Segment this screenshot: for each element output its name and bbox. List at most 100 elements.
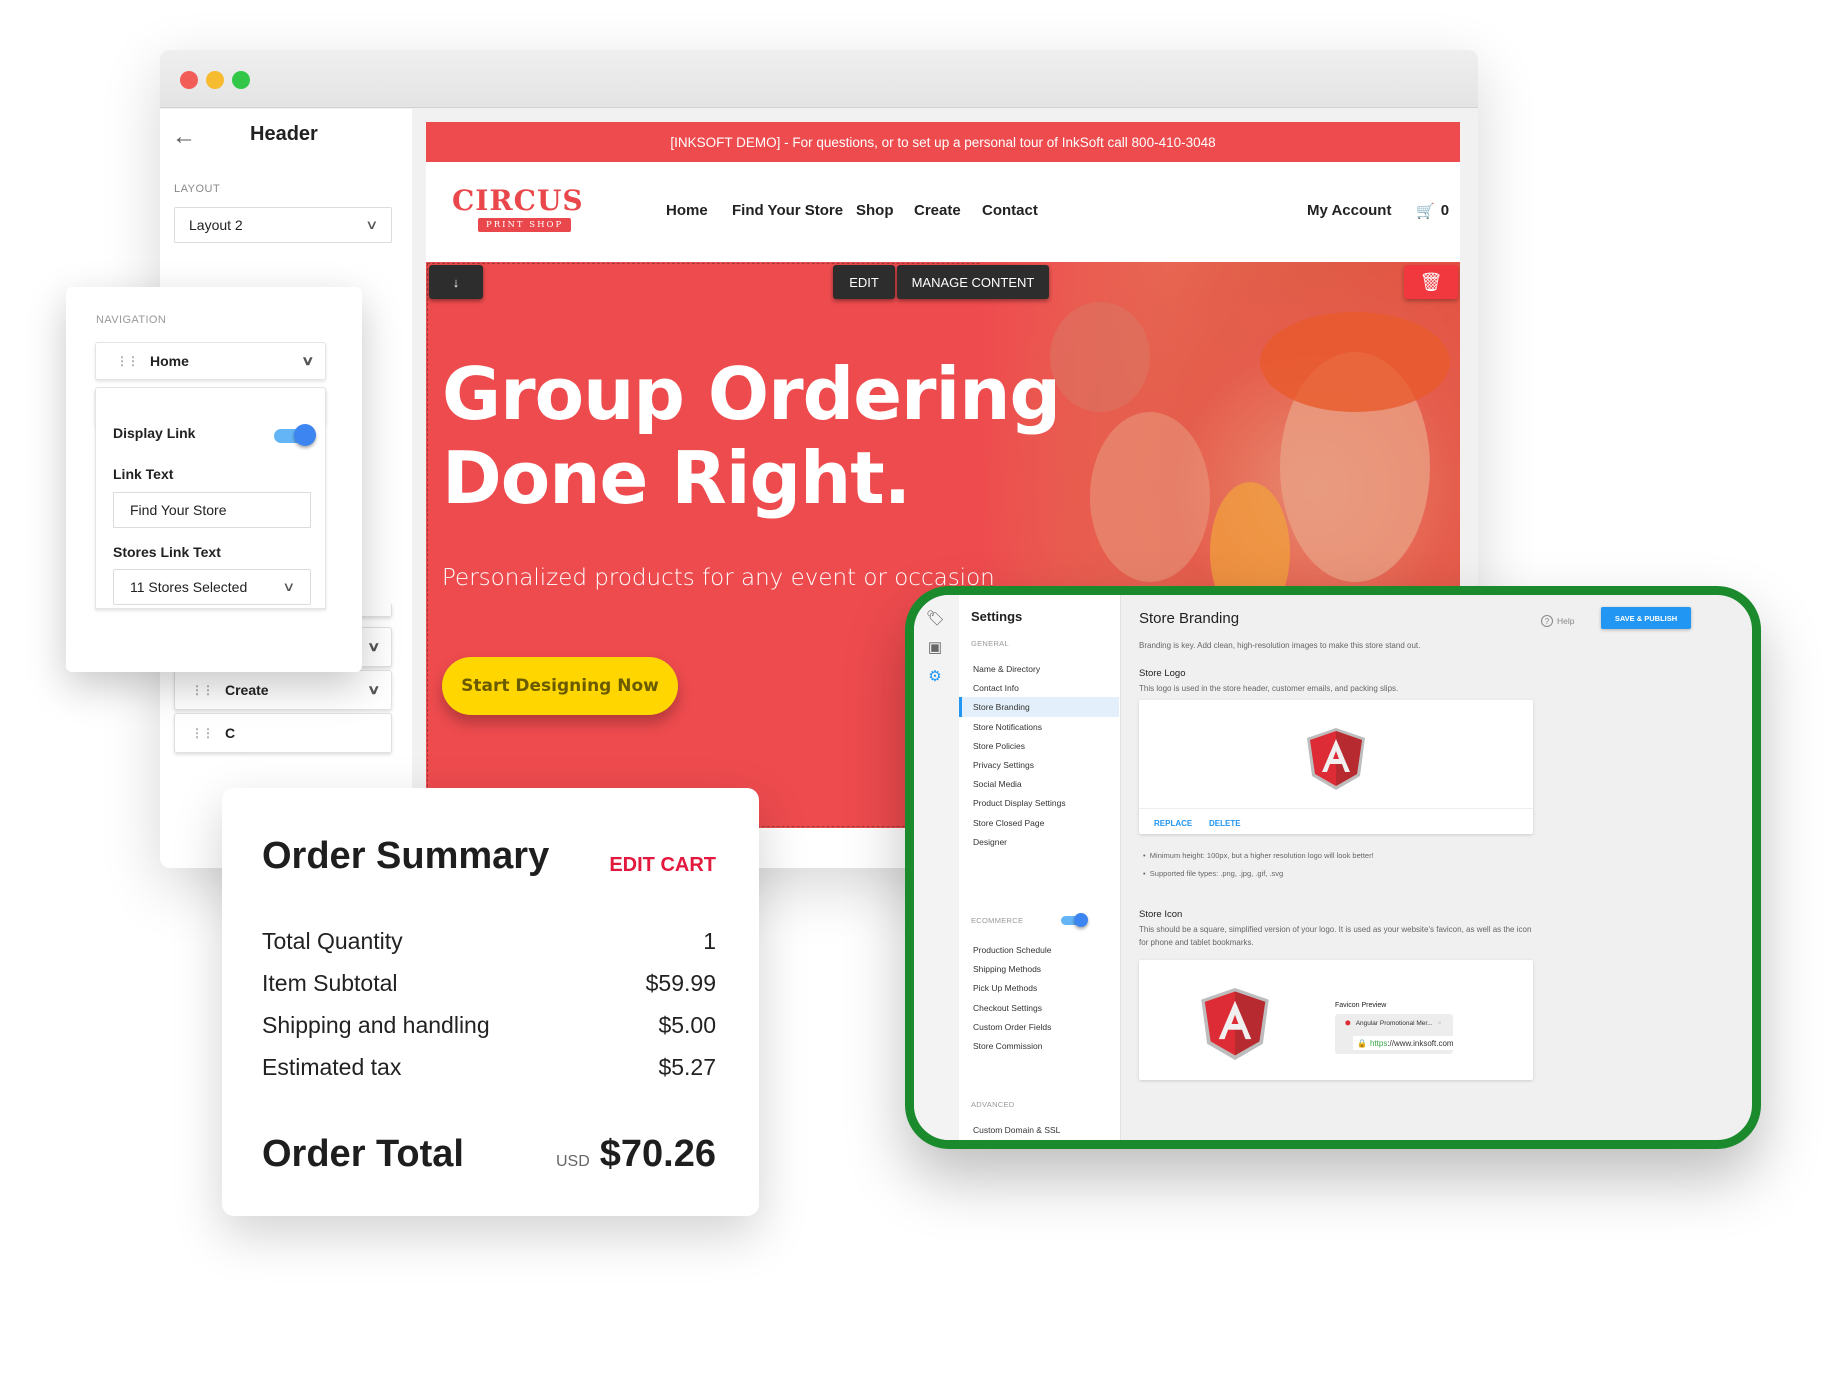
cart-icon: 🛒 xyxy=(1416,203,1435,220)
url-scheme: https xyxy=(1369,1038,1388,1048)
sidebar-item-designer[interactable]: Designer xyxy=(959,832,1119,852)
site-nav-home[interactable]: Home xyxy=(666,202,708,219)
move-section-button[interactable]: ↓ xyxy=(429,265,483,299)
arrow-left-icon[interactable]: ← xyxy=(172,123,196,151)
section-label-general: GENERAL xyxy=(971,639,1009,648)
hero-subtitle: Personalized products for any event or o… xyxy=(442,565,995,591)
layout-label: LAYOUT xyxy=(174,183,221,195)
minimize-window-button[interactable] xyxy=(206,71,224,89)
cart-button[interactable]: 🛒 0 xyxy=(1416,202,1449,220)
window-titlebar xyxy=(160,50,1478,108)
close-tab-icon: × xyxy=(1437,1019,1442,1027)
manage-content-button[interactable]: MANAGE CONTENT xyxy=(897,265,1049,299)
sidebar-item-checkout-settings[interactable]: Checkout Settings xyxy=(959,998,1119,1018)
display-link-toggle[interactable] xyxy=(272,424,316,446)
link-text-label: Link Text xyxy=(113,466,174,482)
save-publish-button[interactable]: SAVE & PUBLISH xyxy=(1601,607,1691,629)
image-icon[interactable]: ▣ xyxy=(926,638,944,656)
hero-title-line2: Done Right. xyxy=(442,436,911,520)
settings-sidebar: Settings GENERAL Name & Directory Contact… xyxy=(959,595,1121,1140)
delete-button[interactable]: DELETE xyxy=(1209,819,1241,828)
site-nav-contact[interactable]: Contact xyxy=(982,202,1038,219)
layout-value: Layout 2 xyxy=(189,217,243,233)
order-summary-card: Order Summary EDIT CART Total Quantity 1 … xyxy=(222,788,759,1216)
arrow-down-icon: ↓ xyxy=(452,274,460,290)
angular-icon xyxy=(1201,988,1269,1060)
logo-sub: PRINT SHOP xyxy=(478,218,572,232)
summary-label: Estimated tax xyxy=(262,1054,402,1080)
sidebar-item-name-directory[interactable]: Name & Directory xyxy=(959,659,1119,679)
layout-select[interactable]: Layout 2 ∨ xyxy=(174,207,392,243)
my-account-link[interactable]: My Account xyxy=(1307,202,1391,219)
sidebar-item-pick-up-methods[interactable]: Pick Up Methods xyxy=(959,978,1119,998)
stores-link-text-select[interactable]: 11 Stores Selected ∨ xyxy=(113,569,311,605)
help-icon: ? xyxy=(1541,615,1553,627)
delete-section-button[interactable]: 🗑 xyxy=(1404,265,1458,299)
cart-count: 0 xyxy=(1440,202,1450,219)
circus-logo[interactable]: CIRCUS PRINT SHOP xyxy=(448,182,608,242)
sidebar-item-store-policies[interactable]: Store Policies xyxy=(959,736,1119,756)
lock-icon: 🔒 xyxy=(1357,1038,1367,1048)
edit-cart-link[interactable]: EDIT CART xyxy=(609,854,716,877)
page-description: Branding is key. Add clean, high-resolut… xyxy=(1139,641,1421,650)
ecommerce-toggle[interactable] xyxy=(1060,913,1088,927)
order-total: USD $70.26 xyxy=(556,1133,716,1176)
trash-icon: 🗑 xyxy=(1419,271,1443,292)
order-total-label: Order Total xyxy=(262,1133,464,1175)
panel-title: Header xyxy=(250,123,318,145)
sidebar-item-social-media[interactable]: Social Media xyxy=(959,774,1119,794)
help-label: Help xyxy=(1557,616,1575,626)
stores-link-text-label: Stores Link Text xyxy=(113,544,221,560)
replace-button[interactable]: REPLACE xyxy=(1154,819,1192,828)
drag-handle-icon[interactable]: ⋮⋮ xyxy=(116,354,139,368)
sidebar-item-shipping-methods[interactable]: Shipping Methods xyxy=(959,959,1119,979)
link-text-input[interactable]: Find Your Store xyxy=(113,492,311,528)
sidebar-item-custom-domain-ssl[interactable]: Custom Domain & SSL xyxy=(959,1120,1119,1140)
nav-item-contact[interactable]: ⋮⋮ C xyxy=(174,713,392,753)
site-header: CIRCUS PRINT SHOP Home Find Your Store S… xyxy=(426,162,1460,262)
stores-select-value: 11 Stores Selected xyxy=(130,579,248,595)
order-summary-title: Order Summary xyxy=(262,835,550,877)
site-nav-shop[interactable]: Shop xyxy=(856,202,894,219)
sidebar-item-contact-info[interactable]: Contact Info xyxy=(959,678,1119,698)
nav-item-home[interactable]: ⋮⋮ Home ∨ xyxy=(95,342,326,380)
nav-item-label: Home xyxy=(150,353,189,369)
chevron-down-icon: ∨ xyxy=(301,353,315,368)
nav-item-create[interactable]: ⋮⋮ Create ∨ xyxy=(174,670,392,710)
summary-row: Estimated tax $5.27 xyxy=(262,1054,716,1084)
close-window-button[interactable] xyxy=(180,71,198,89)
help-link[interactable]: ? Help xyxy=(1541,615,1574,627)
icon-rail: 🏷 ▣ ⚙ xyxy=(914,595,959,1140)
sidebar-item-store-closed-page[interactable]: Store Closed Page xyxy=(959,813,1119,833)
sidebar-item-privacy-settings[interactable]: Privacy Settings xyxy=(959,755,1119,775)
angular-favicon-icon: ⬢ xyxy=(1345,1020,1351,1027)
site-nav-find-your-store[interactable]: Find Your Store xyxy=(732,202,843,219)
store-icon-card: Favicon Preview ⬢ Angular Promotional Mer… xyxy=(1139,960,1533,1080)
settings-panel: 🏷 ▣ ⚙ Settings GENERAL Name & Directory C… xyxy=(905,586,1761,1149)
summary-label: Shipping and handling xyxy=(262,1012,490,1038)
sidebar-item-product-display-settings[interactable]: Product Display Settings xyxy=(959,793,1119,813)
zoom-window-button[interactable] xyxy=(232,71,250,89)
sidebar-item-store-branding[interactable]: Store Branding xyxy=(959,697,1119,718)
sidebar-item-store-commission[interactable]: Store Commission xyxy=(959,1036,1119,1056)
drag-handle-icon[interactable]: ⋮⋮ xyxy=(191,683,214,697)
stores-settings: Display Link Link Text Find Your Store S… xyxy=(95,389,326,609)
hero-photo-face xyxy=(1090,412,1210,582)
start-designing-button[interactable]: Start Designing Now xyxy=(442,657,678,715)
site-nav-create[interactable]: Create xyxy=(914,202,961,219)
summary-row: Total Quantity 1 xyxy=(262,928,716,958)
edit-button[interactable]: EDIT xyxy=(833,265,895,299)
sidebar-item-store-notifications[interactable]: Store Notifications xyxy=(959,717,1119,737)
favicon-preview-label: Favicon Preview xyxy=(1335,1002,1387,1009)
gear-icon[interactable]: ⚙ xyxy=(926,667,944,685)
summary-value: $5.27 xyxy=(658,1054,716,1080)
sidebar-item-production-schedule[interactable]: Production Schedule xyxy=(959,940,1119,960)
sidebar-item-custom-order-fields[interactable]: Custom Order Fields xyxy=(959,1017,1119,1037)
tab-title: Angular Promotional Mer... xyxy=(1355,1019,1433,1027)
summary-row: Item Subtotal $59.99 xyxy=(262,970,716,1000)
chevron-down-icon: ∨ xyxy=(367,682,381,697)
drag-handle-icon[interactable]: ⋮⋮ xyxy=(191,726,214,740)
navigation-label: NAVIGATION xyxy=(96,314,167,326)
announcement-banner: [INKSOFT DEMO] - For questions, or to se… xyxy=(426,122,1460,162)
tag-icon[interactable]: 🏷 xyxy=(926,609,945,627)
